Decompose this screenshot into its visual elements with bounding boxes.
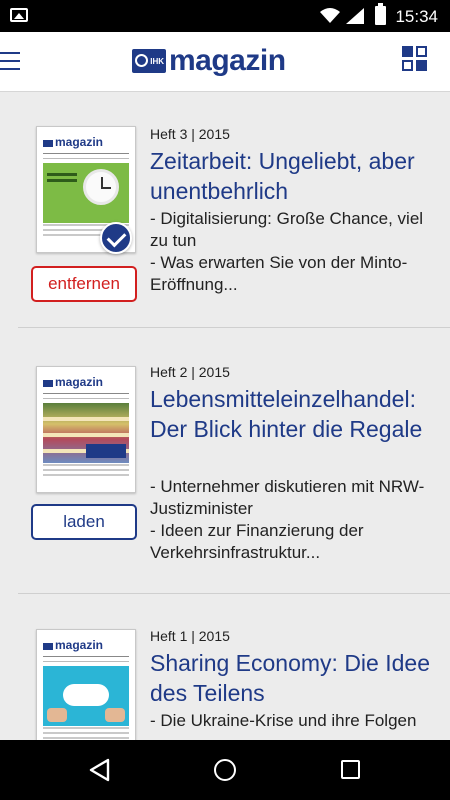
description-line: - Unternehmer diskutieren mit NRW-Justiz… [150, 477, 425, 518]
issue-title[interactable]: Lebensmitteleinzelhandel: Der Blick hint… [150, 384, 445, 444]
description-line: - Was erwarten Sie von der Minto-Eröffnu… [150, 253, 408, 294]
description-line: - Digitalisierung: Große Chance, viel zu… [150, 209, 424, 250]
downloaded-check-icon [100, 222, 132, 254]
issue-list[interactable]: magazin entfernen Heft 3 | 2015 Zeitarbe… [0, 93, 450, 740]
issue-meta: Heft 1 | 2015 [150, 628, 230, 644]
issue-meta: Heft 3 | 2015 [150, 126, 230, 142]
ihk-logo-icon: IHK [132, 49, 166, 73]
menu-icon[interactable] [0, 52, 20, 72]
recent-apps-icon[interactable] [341, 760, 360, 779]
divider [18, 593, 450, 594]
description-line: - Die Ukraine-Krise und ihre Folgen [150, 711, 417, 730]
cloud-illustration [63, 684, 109, 706]
issue-description: - Digitalisierung: Große Chance, viel zu… [150, 208, 440, 296]
grid-view-icon[interactable] [402, 46, 428, 72]
description-line: - Ideen zur Finanzierung der Verkehrsinf… [150, 521, 364, 562]
divider [18, 327, 450, 328]
app-bar: IHK magazin [0, 32, 450, 92]
issue-description: - Unternehmer diskutieren mit NRW-Justiz… [150, 476, 440, 564]
issue-title[interactable]: Sharing Economy: Die Idee des Teilens [150, 648, 445, 708]
issue-meta: Heft 2 | 2015 [150, 364, 230, 380]
signal-icon [346, 8, 364, 24]
app-logo: IHK magazin [132, 44, 286, 78]
navigation-bar [0, 740, 450, 800]
logo-wordmark: magazin [169, 44, 286, 77]
home-icon[interactable] [214, 759, 236, 781]
clock-illustration [83, 169, 119, 205]
image-notification-icon [10, 8, 28, 22]
status-bar: 15:34 [0, 0, 450, 32]
issue-title[interactable]: Zeitarbeit: Ungeliebt, aber unentbehrlic… [150, 146, 445, 206]
status-time: 15:34 [395, 7, 438, 26]
cover-image[interactable]: magazin [36, 629, 136, 740]
load-button[interactable]: laden [31, 504, 137, 540]
issue-description: - Die Ukraine-Krise und ihre Folgen [150, 710, 440, 732]
cover-image[interactable]: magazin [36, 366, 136, 493]
back-icon[interactable] [88, 758, 110, 782]
battery-icon [375, 3, 386, 25]
remove-button[interactable]: entfernen [31, 266, 137, 302]
wifi-icon [320, 8, 340, 23]
